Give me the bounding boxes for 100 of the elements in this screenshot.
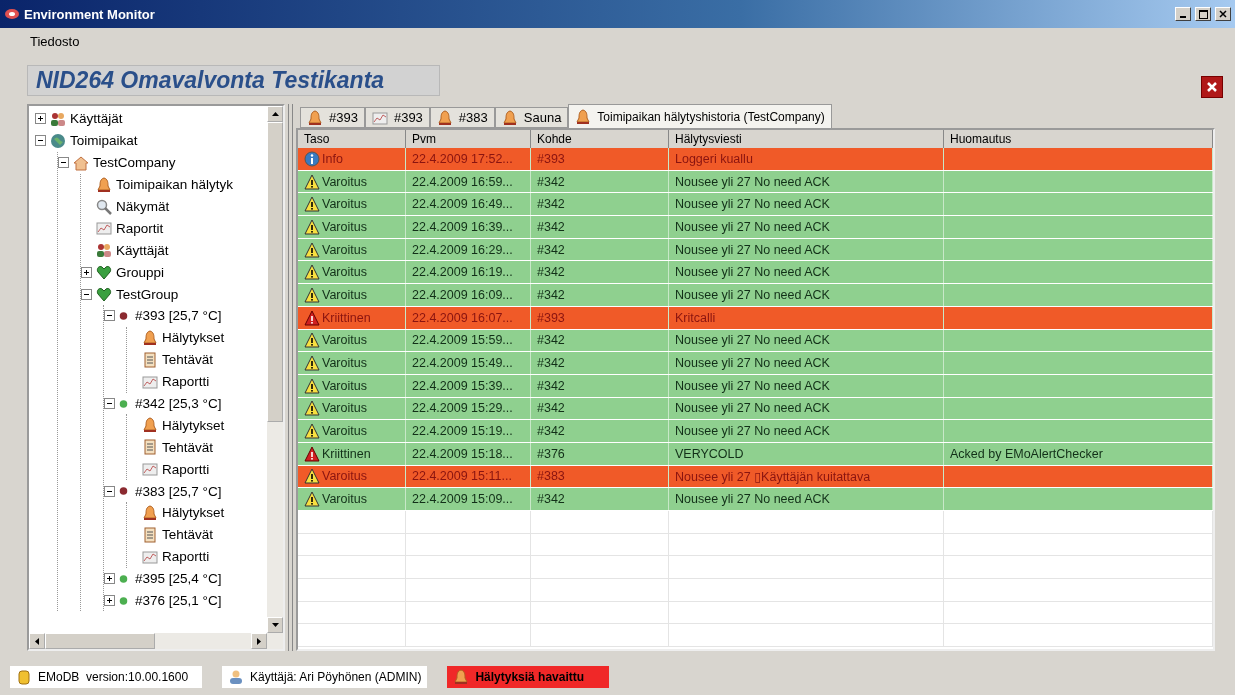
tree-item[interactable]: Tehtävät <box>162 352 214 368</box>
tab[interactable]: Sauna <box>494 107 569 128</box>
tree-item[interactable]: Raportit <box>116 220 164 236</box>
table-cell: Varoitus <box>298 352 406 374</box>
tree-item[interactable]: #342 [25,3 °C] <box>135 396 222 411</box>
tree-item[interactable]: Grouppi <box>116 264 165 280</box>
table-row[interactable]: Varoitus 22.4.2009 15:19... #342 Nousee yli 27 No need ACK <box>298 420 1213 443</box>
up-arrow-icon[interactable] <box>271 112 279 116</box>
tree-item[interactable]: TestGroup <box>116 286 179 302</box>
tree-item[interactable]: Raportti <box>162 549 210 565</box>
tree-item[interactable]: Tehtävät <box>162 527 214 543</box>
table-row[interactable]: Varoitus 22.4.2009 16:09... #342 Nousee yli 27 No need ACK <box>298 284 1213 307</box>
table-row[interactable]: Varoitus 22.4.2009 15:49... #342 Nousee yli 27 No need ACK <box>298 352 1213 375</box>
tree-item[interactable]: TestCompany <box>93 155 176 171</box>
tab[interactable]: #393 <box>300 107 365 128</box>
tab[interactable]: Toimipaikan hälytyshistoria (TestCompany) <box>568 104 832 128</box>
table-row[interactable]: Varoitus 22.4.2009 16:39... #342 Nousee yli 27 No need ACK <box>298 216 1213 239</box>
plus-icon <box>106 597 113 605</box>
table-row[interactable]: Varoitus 22.4.2009 15:59... #342 Nousee yli 27 No need ACK <box>298 329 1213 353</box>
tab[interactable]: #383 <box>429 107 495 128</box>
right-arrow-icon[interactable] <box>257 637 261 645</box>
table-cell: Varoitus <box>298 284 406 306</box>
table-cell: Kritcalli <box>669 306 944 329</box>
minus-icon <box>106 400 113 407</box>
users-icon <box>50 110 66 127</box>
status-panel: Hälytyksiä havaittu <box>447 666 610 688</box>
table-row[interactable]: Varoitus 22.4.2009 16:19... #342 Nousee yli 27 No need ACK <box>298 261 1213 285</box>
collapse-toggle[interactable] <box>58 157 69 169</box>
table-cell: Nousee yli 27 No need ACK <box>669 420 944 442</box>
tree-item[interactable]: Käyttäjät <box>70 111 123 127</box>
plus-icon <box>106 575 113 583</box>
minimize-button[interactable] <box>1175 7 1191 21</box>
tree-item[interactable]: Raportti <box>162 374 210 390</box>
warning-icon <box>304 377 320 394</box>
database-icon <box>16 669 32 685</box>
warning-icon <box>304 286 320 303</box>
table-cell: 22.4.2009 15:11... <box>406 465 531 488</box>
table-row[interactable]: Varoitus 22.4.2009 16:59... #342 Nousee yli 27 No need ACK <box>298 170 1213 194</box>
expand-toggle[interactable] <box>104 595 115 607</box>
table-row[interactable]: Varoitus 22.4.2009 15:29... #342 Nousee yli 27 No need ACK <box>298 397 1213 421</box>
menu-item[interactable]: Tiedosto <box>30 33 80 49</box>
critical-icon <box>304 445 320 462</box>
tab[interactable]: #393 <box>364 107 430 128</box>
warning-icon <box>304 400 320 417</box>
table-cell: #342 <box>531 216 669 238</box>
collapse-toggle[interactable] <box>81 288 92 300</box>
horizontal-scrollbar[interactable] <box>29 633 283 649</box>
collapse-toggle[interactable] <box>104 398 115 409</box>
chart-icon <box>142 548 158 565</box>
table-row[interactable]: Varoitus 22.4.2009 15:09... #342 Nousee yli 27 No need ACK <box>298 488 1213 511</box>
warning-icon <box>304 196 320 213</box>
table-cell: Varoitus <box>298 170 406 193</box>
status-panel: EMoDB version:10.00.1600 <box>10 666 202 688</box>
table-cell: Nousee yli 27 No need ACK <box>669 238 944 261</box>
table-row[interactable]: Kriittinen 22.4.2009 15:18... #376 VERYCOLD Acked by EMoAlertChecker <box>298 442 1213 466</box>
table-cell: 22.4.2009 15:29... <box>406 397 531 420</box>
warning-icon <box>304 173 320 190</box>
tree-item[interactable]: Käyttäjät <box>116 242 169 258</box>
table-cell: Varoitus <box>298 397 406 420</box>
tree-item[interactable]: Hälytykset <box>162 505 225 521</box>
vertical-scrollbar[interactable] <box>267 106 283 633</box>
expand-toggle[interactable] <box>104 573 115 585</box>
tree-item[interactable]: Raportti <box>162 461 210 477</box>
collapse-toggle[interactable] <box>104 310 115 322</box>
bell-icon <box>575 108 592 125</box>
table-row[interactable]: Varoitus 22.4.2009 15:39... #342 Nousee yli 27 No need ACK <box>298 374 1213 398</box>
table-cell: Kriittinen <box>298 442 406 465</box>
table-cell: Varoitus <box>298 374 406 397</box>
table-row[interactable]: Varoitus 22.4.2009 16:49... #342 Nousee yli 27 No need ACK <box>298 193 1213 217</box>
warning-icon <box>304 468 320 485</box>
hearts-icon <box>96 264 112 281</box>
tree-item[interactable]: Hälytykset <box>162 330 225 346</box>
down-arrow-icon[interactable] <box>271 623 279 627</box>
bell-icon <box>142 504 158 521</box>
tree-item[interactable]: #376 [25,1 °C] <box>135 593 222 609</box>
tree-item[interactable]: Toimipaikan hälytyk <box>116 177 234 193</box>
chart-icon <box>142 373 158 390</box>
table-cell: #342 <box>531 420 669 442</box>
bell-icon <box>436 109 453 126</box>
tree-item[interactable]: #383 [25,7 °C] <box>135 483 222 499</box>
maximize-button[interactable] <box>1195 7 1211 21</box>
collapse-toggle[interactable] <box>35 135 46 147</box>
plus-icon <box>83 268 90 276</box>
left-arrow-icon[interactable] <box>35 637 39 645</box>
tree-item[interactable]: Hälytykset <box>162 417 225 433</box>
table-cell: Varoitus <box>298 216 406 238</box>
collapse-toggle[interactable] <box>104 485 115 497</box>
tree-item[interactable]: #395 [25,4 °C] <box>135 571 222 587</box>
window-title: Environment Monitor <box>24 6 156 22</box>
close-button[interactable] <box>1201 76 1223 98</box>
expand-toggle[interactable] <box>35 113 46 125</box>
maximize-icon <box>1198 9 1208 19</box>
expand-toggle[interactable] <box>81 266 92 278</box>
tree-item[interactable]: Toimipaikat <box>70 133 138 149</box>
tree-item[interactable]: Näkymät <box>116 199 170 214</box>
tree-item[interactable]: #393 [25,7 °C] <box>135 308 222 324</box>
table-row[interactable]: Varoitus 22.4.2009 16:29... #342 Nousee yli 27 No need ACK <box>298 238 1213 262</box>
globe-icon <box>50 132 66 149</box>
status-panel: Käyttäjä: Ari Pöyhönen (ADMIN) <box>222 666 428 688</box>
tree-item[interactable]: Tehtävät <box>162 439 214 455</box>
